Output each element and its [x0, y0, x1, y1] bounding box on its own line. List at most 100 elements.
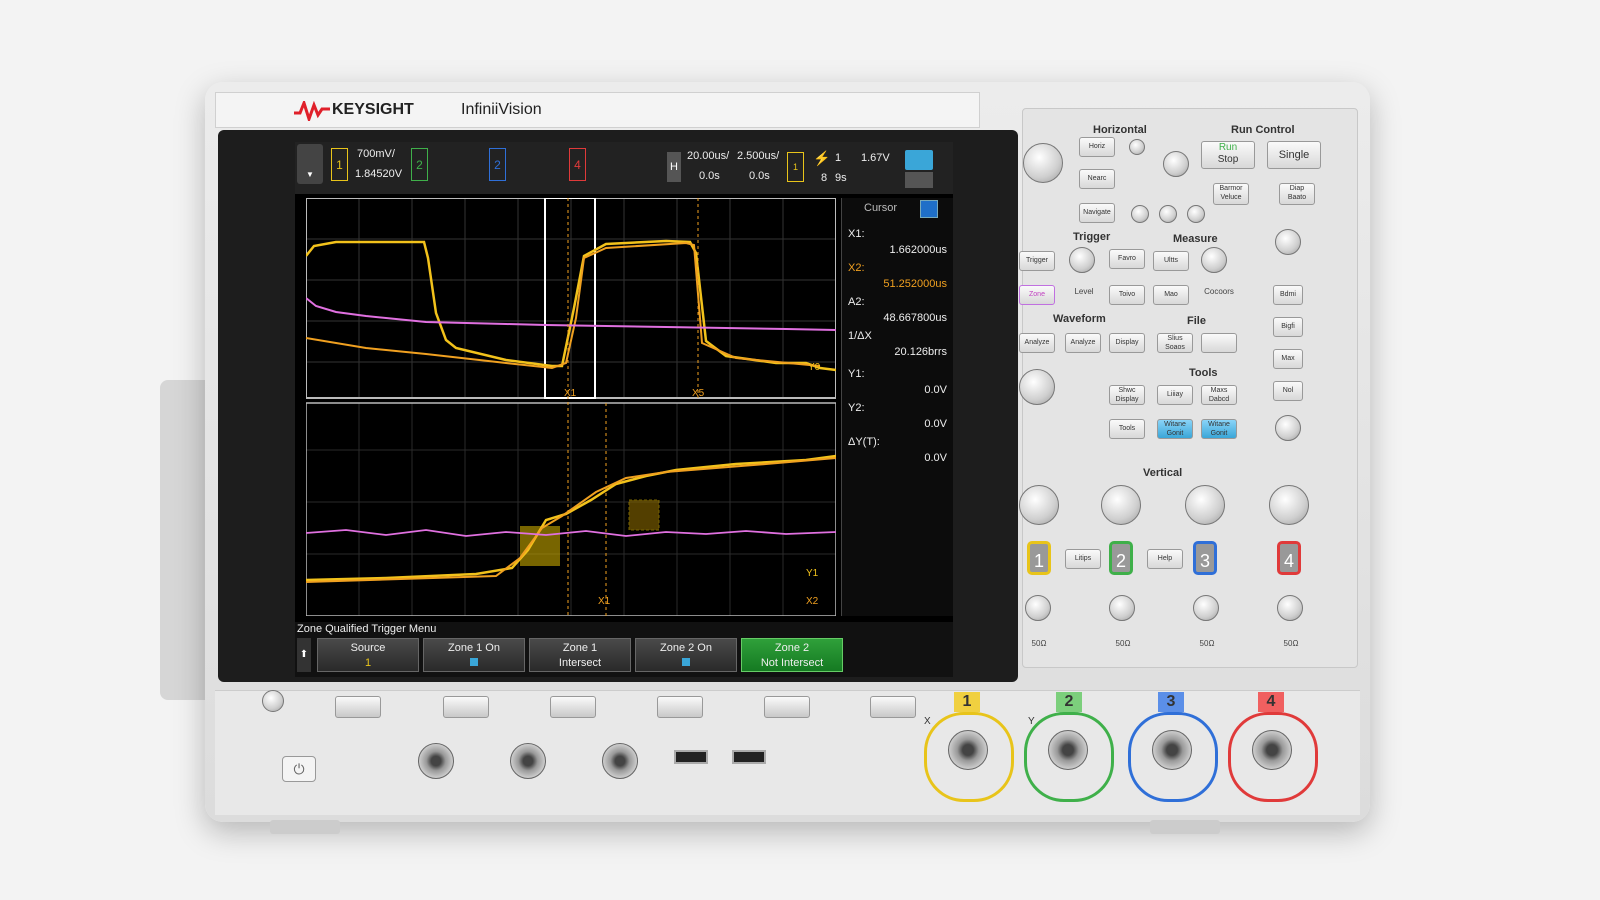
mask-button[interactable]: Maxs Dabcd — [1201, 385, 1237, 405]
analyze2-button[interactable]: Analyze — [1065, 333, 1101, 353]
cursor-panel-icon[interactable] — [920, 200, 938, 218]
cursor-x2-value: 51.252000us — [883, 278, 947, 290]
waveform-plot[interactable]: X1 X5 Y0 Y1 X1 X2 — [306, 198, 836, 616]
softkey-zone2-on[interactable]: Zone 2 On — [635, 638, 737, 672]
aux-bnc-3[interactable] — [602, 743, 638, 779]
trigger-source-indicator[interactable]: 1 — [787, 152, 804, 182]
ch1-position-knob[interactable] — [1025, 595, 1051, 621]
ch3-position-knob[interactable] — [1193, 595, 1219, 621]
vertical-section-title: Vertical — [1143, 467, 1183, 479]
waveform-section-title: Waveform — [1053, 313, 1106, 325]
softkey-zone1-mode[interactable]: Zone 1 Intersect — [529, 638, 631, 672]
menu-up-arrow-icon[interactable]: ⬆ — [297, 638, 311, 672]
zone-2-box[interactable] — [628, 499, 660, 531]
ch2-button[interactable]: 2 — [1109, 541, 1133, 575]
softkey-zone1-on[interactable]: Zone 1 On — [423, 638, 525, 672]
wavegen2-button[interactable]: Witane Gonit — [1201, 419, 1237, 439]
horizontal-indicator[interactable]: H — [667, 152, 681, 182]
ch1-bnc-connector[interactable] — [948, 730, 988, 770]
ch4-button[interactable]: 4 — [1277, 541, 1301, 575]
nav-back-icon[interactable] — [1131, 205, 1149, 223]
menu-arrow-button[interactable]: ▼ — [297, 144, 323, 184]
cursor-inv-dx-value: 20.126brrs — [894, 346, 947, 358]
brand-bar: KEYSIGHT InfiniiVision — [215, 92, 980, 128]
touch-knob[interactable] — [1019, 369, 1055, 405]
meas-button[interactable]: Ultts — [1153, 251, 1189, 271]
usb-port-2[interactable] — [732, 750, 766, 764]
right-button-3[interactable]: Max — [1273, 349, 1303, 369]
ch2-position-knob[interactable] — [1109, 595, 1135, 621]
ch2-impedance: 50Ω — [1115, 639, 1131, 648]
horizontal-scale-knob[interactable] — [1023, 143, 1063, 183]
navigate-button[interactable]: Navigate — [1079, 203, 1115, 223]
right-button-2[interactable]: Bigfi — [1273, 317, 1303, 337]
cursor-x1-label: X1 — [564, 388, 577, 399]
acquisition-icon — [905, 172, 933, 188]
help-button[interactable]: Help — [1147, 549, 1183, 569]
analyze-button[interactable]: Analyze — [1019, 333, 1055, 353]
nav-stop-icon[interactable] — [1159, 205, 1177, 223]
softkey-6-button[interactable] — [870, 696, 916, 718]
auto-scale-button[interactable]: Diap Baato — [1279, 183, 1315, 205]
meas2-button[interactable]: Mao — [1153, 285, 1189, 305]
ch2-bnc-connector[interactable] — [1048, 730, 1088, 770]
right-button-1[interactable]: Bdmi — [1273, 285, 1303, 305]
trigger-level-knob[interactable] — [1069, 247, 1095, 273]
save-button[interactable]: Slius Soaos — [1157, 333, 1193, 353]
wavegen-button[interactable]: Witane Gonit — [1157, 419, 1193, 439]
zone1-checkbox-icon — [470, 658, 478, 666]
softkey-1-button[interactable] — [335, 696, 381, 718]
trigger-mode-button[interactable]: Toivo Modira — [1109, 285, 1145, 305]
right-top-knob[interactable] — [1275, 229, 1301, 255]
ch1-scale-knob[interactable] — [1019, 485, 1059, 525]
cursors-knob[interactable] — [1201, 247, 1227, 273]
default-setup-button[interactable]: Barmor Veluce — [1213, 183, 1249, 205]
ch3-scale-knob[interactable] — [1185, 485, 1225, 525]
right-button-4[interactable]: Nol — [1273, 381, 1303, 401]
back-button[interactable] — [262, 690, 284, 712]
utility-button[interactable]: Liiiay — [1157, 385, 1193, 405]
softkey-2-button[interactable] — [443, 696, 489, 718]
softkey-zone2-mode[interactable]: Zone 2 Not Intersect — [741, 638, 843, 672]
ch1-scale: 700mV/ — [357, 148, 395, 160]
trigger-button[interactable]: Trigger — [1019, 251, 1055, 271]
ch3-indicator[interactable]: 2 — [489, 148, 506, 181]
ch1-indicator[interactable]: 1 — [331, 148, 348, 181]
ch4-indicator[interactable]: 4 — [569, 148, 586, 181]
softkey-5-button[interactable] — [764, 696, 810, 718]
ch3-button[interactable]: 3 — [1193, 541, 1217, 575]
file-button[interactable] — [1201, 333, 1237, 353]
show-display-button[interactable]: Shwc Display — [1109, 385, 1145, 405]
search-icon[interactable] — [1129, 139, 1145, 155]
ch2-indicator[interactable]: 2 — [411, 148, 428, 181]
aux-bnc-1[interactable] — [418, 743, 454, 779]
force-trigger-button[interactable]: Favro Trigger — [1109, 249, 1145, 269]
zone-button[interactable]: Zone — [1019, 285, 1055, 305]
ch1-button[interactable]: 1 — [1027, 541, 1051, 575]
horiz-button[interactable]: Horiz — [1079, 137, 1115, 157]
ch2-scale-knob[interactable] — [1101, 485, 1141, 525]
tools-button[interactable]: Tools — [1109, 419, 1145, 439]
ch4-position-knob[interactable] — [1277, 595, 1303, 621]
label-button[interactable]: Litips — [1065, 549, 1101, 569]
usb-port-1[interactable] — [674, 750, 708, 764]
time-delay: 0.0s — [699, 170, 720, 182]
ch4-bnc-connector[interactable] — [1252, 730, 1292, 770]
aux-bnc-2[interactable] — [510, 743, 546, 779]
right-bottom-knob[interactable] — [1275, 415, 1301, 441]
run-stop-button[interactable]: Run Stop — [1201, 141, 1255, 169]
single-button[interactable]: Single — [1267, 141, 1321, 169]
softkey-3-button[interactable] — [550, 696, 596, 718]
search-button[interactable]: Nearc — [1079, 169, 1115, 189]
softkey-4-button[interactable] — [657, 696, 703, 718]
trigger-section-title: Trigger — [1073, 231, 1111, 243]
marker-y1: Y1 — [806, 568, 819, 579]
softkey-source[interactable]: Source 1 — [317, 638, 419, 672]
horizontal-position-knob[interactable] — [1163, 151, 1189, 177]
ch4-input-number: 4 — [1258, 692, 1284, 712]
ch3-bnc-connector[interactable] — [1152, 730, 1192, 770]
display-button[interactable]: Display — [1109, 333, 1145, 353]
ch4-scale-knob[interactable] — [1269, 485, 1309, 525]
nav-forward-icon[interactable] — [1187, 205, 1205, 223]
power-button[interactable]: ⏻ — [282, 756, 316, 782]
